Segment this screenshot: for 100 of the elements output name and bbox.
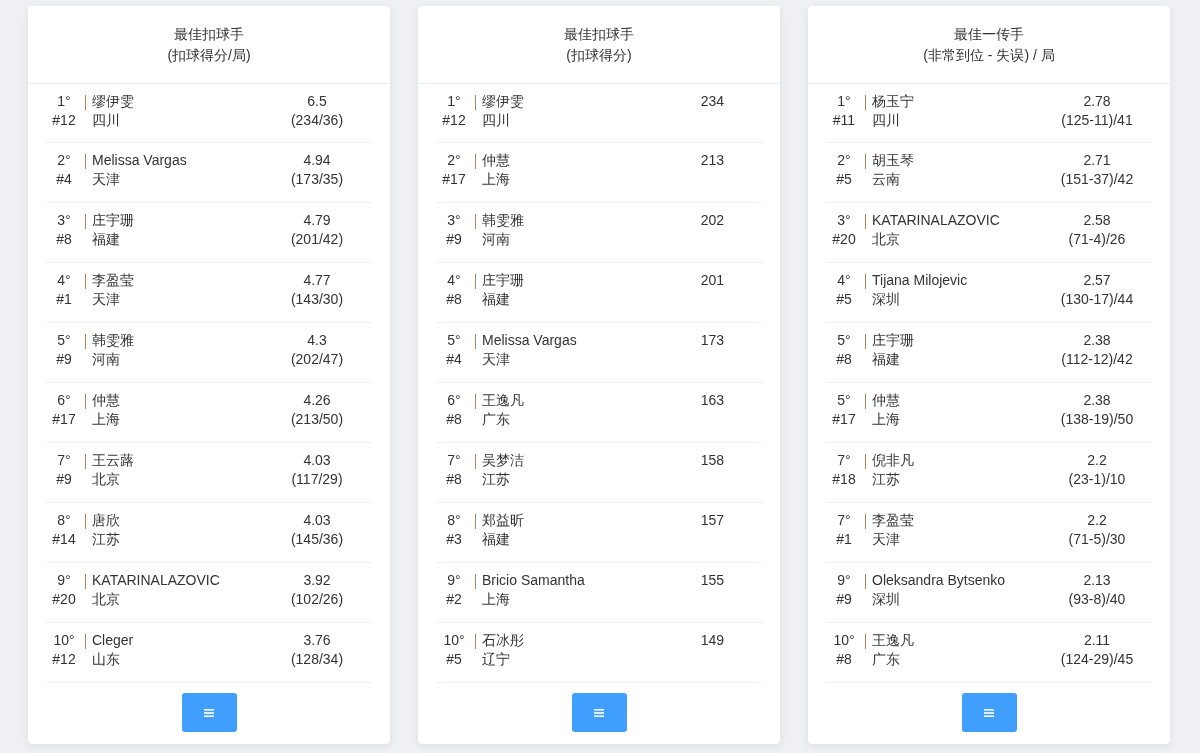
player-name: 韩雯雅 [482,211,524,230]
jersey-number: #8 [446,410,462,429]
stat-value: 6.5 [307,92,327,111]
rank-text: 10° [443,631,465,650]
player-name: 李盈莹 [872,511,914,530]
stat-value: 4.77 [303,271,331,290]
card-title: 最佳扣球手 [564,24,634,44]
stat-detail: (71-4)/26 [1068,230,1126,249]
jersey-number: #9 [836,590,852,609]
stat-value: 155 [700,571,724,590]
team-name: 深圳 [872,590,900,609]
stat-detail: (234/36) [290,111,344,130]
jersey-number: #9 [56,350,72,369]
stat-detail: (213/50) [290,410,344,429]
jersey-number: #20 [832,230,856,249]
team-name: 广东 [482,410,510,429]
stat-detail: (102/26) [290,590,344,609]
stat-value: 3.92 [303,571,331,590]
stat-detail: (125-11)/41 [1061,111,1133,130]
card-subtitle: (非常到位 - 失误) / 局 [923,45,1055,65]
stat-detail: (112-12)/42 [1061,350,1133,369]
jersey-number: #20 [52,590,76,609]
stat-value: 4.03 [303,511,331,530]
rank-text: 4° [837,271,851,290]
player-name: 吴梦洁 [482,451,524,470]
team-name: 福建 [482,530,510,549]
card-subtitle: (扣球得分/局) [167,45,251,65]
rank-text: 7° [837,511,851,530]
team-name: 天津 [92,290,120,309]
team-name: 上海 [92,410,120,429]
stat-value: 202 [700,211,724,230]
player-name: 王逸凡 [872,631,914,650]
team-name: 广东 [872,650,900,669]
player-name: Melissa Vargas [482,331,577,350]
team-name: 上海 [482,590,510,609]
team-name: 天津 [872,530,900,549]
player-name: 杨玉宁 [872,92,914,111]
stat-detail: (138-19)/50 [1060,410,1134,429]
team-name: 福建 [872,350,900,369]
stat-detail: (93-8)/40 [1068,590,1126,609]
rank-text: 3° [57,211,71,230]
player-name: 庄宇珊 [92,211,134,230]
stat-detail: (151-37)/42 [1060,170,1134,189]
menu-button[interactable] [181,693,237,732]
team-name: 四川 [872,111,900,130]
rank-text: 2° [447,151,461,170]
jersey-number: #8 [446,290,462,309]
stat-detail: (124-29)/45 [1060,650,1134,669]
rank-text: 9° [447,571,461,590]
team-name: 河南 [92,350,120,369]
team-name: 深圳 [872,290,900,309]
team-name: 云南 [872,170,900,189]
stat-value: 2.11 [1083,631,1111,650]
stat-value: 157 [700,511,724,530]
player-name: Bricio Samantha [482,571,585,590]
rank-text: 3° [447,211,461,230]
team-name: 江苏 [872,470,900,489]
team-name: 福建 [482,290,510,309]
rank-text: 6° [447,391,461,410]
team-name: 四川 [92,111,120,130]
jersey-number: #5 [836,290,852,309]
jersey-number: #18 [832,470,856,489]
rank-text: 5° [837,391,851,410]
stat-detail: (202/47) [290,350,344,369]
stat-value: 2.57 [1083,271,1111,290]
menu-button[interactable] [571,693,627,732]
player-name: Tijana Milojevic [872,271,968,290]
jersey-number: #9 [446,230,462,249]
stat-value: 2.2 [1087,511,1107,530]
stat-value: 2.38 [1083,391,1111,410]
jersey-number: #8 [446,470,462,489]
menu-button[interactable] [961,693,1017,732]
team-name: 江苏 [482,470,510,489]
stat-value: 149 [700,631,724,650]
stat-value: 234 [700,92,724,111]
menu-icon [594,708,604,717]
jersey-number: #14 [52,530,76,549]
jersey-number: #4 [56,170,72,189]
stat-detail: (143/30) [290,290,344,309]
rank-text: 1° [837,92,851,111]
player-name: 庄宇珊 [872,331,914,350]
rank-text: 9° [57,571,71,590]
jersey-number: #17 [442,170,466,189]
player-name: 倪非凡 [872,451,914,470]
team-name: 山东 [92,650,120,669]
rank-text: 2° [837,151,851,170]
team-name: 北京 [92,470,120,489]
player-name: 郑益昕 [482,511,524,530]
player-name: KATARINALAZOVIC [92,571,220,590]
team-name: 北京 [92,590,120,609]
stat-value: 2.38 [1083,331,1111,350]
stat-value: 201 [700,271,724,290]
player-name: 韩雯雅 [92,331,134,350]
player-name: Cleger [92,631,134,650]
jersey-number: #4 [446,350,462,369]
jersey-number: #12 [52,650,76,669]
stat-detail: (145/36) [290,530,344,549]
team-name: 四川 [482,111,510,130]
card-subtitle: (扣球得分) [566,45,632,65]
team-name: 河南 [482,230,510,249]
